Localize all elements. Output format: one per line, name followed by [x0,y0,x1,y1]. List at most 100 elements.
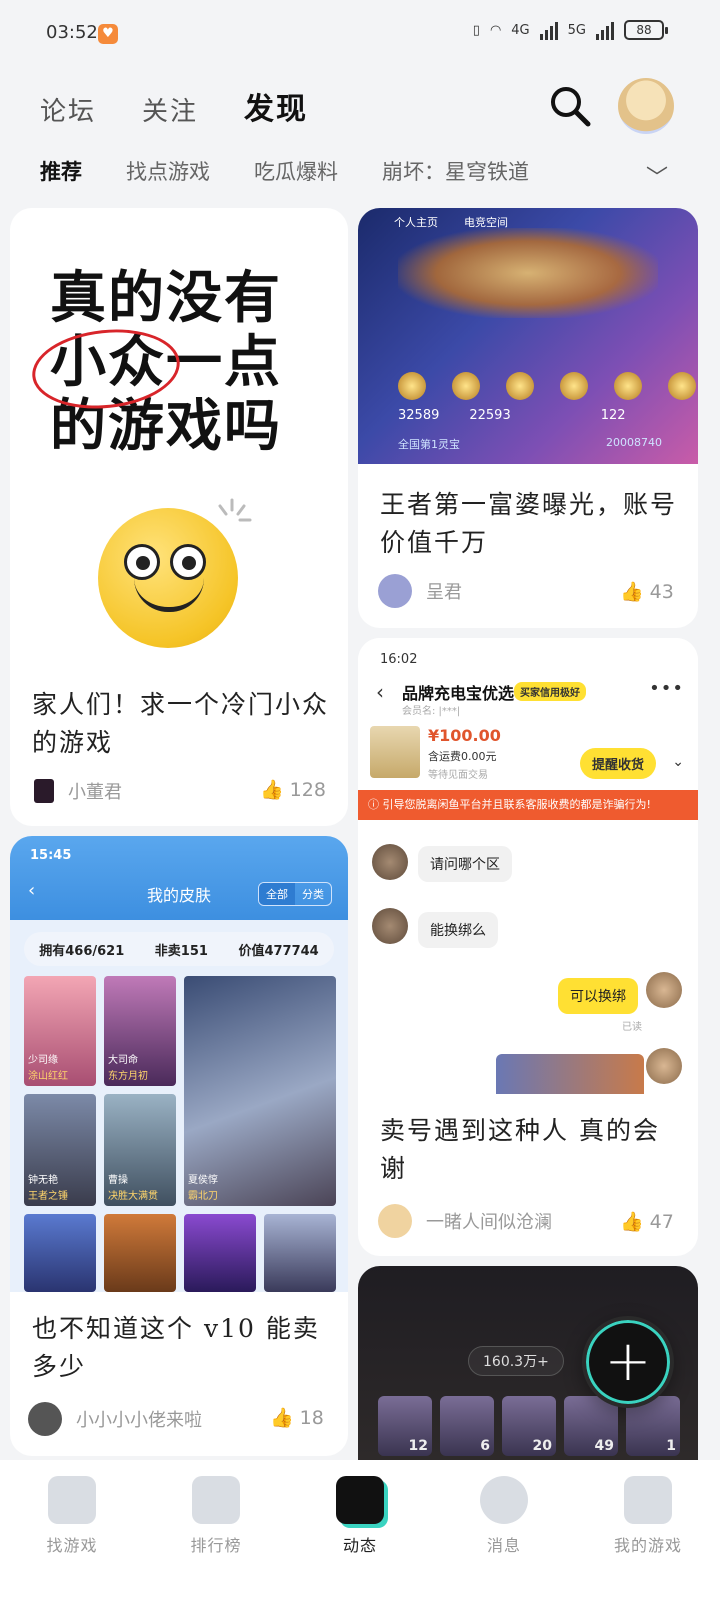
author-avatar [378,574,412,608]
img-count-2: 22593 [469,408,511,423]
skin-tile: 少司缘 涂山红红 [24,976,96,1086]
author-avatar [34,779,54,803]
nav-label: 排行榜 [190,1536,242,1555]
skin-sub: 霸北刀 [188,1191,218,1202]
card2-author[interactable]: 呈君 [378,574,462,608]
battery-icon: 88 [624,20,668,40]
author-avatar [378,1204,412,1238]
feed-card-3[interactable]: 16:02 ‹ 品牌充电宝优选 买家信用极好 会员名: |***| ••• ¥1… [358,638,698,1256]
back-icon: ‹ [376,680,384,704]
nav-label: 动态 [342,1536,377,1555]
chat-shop-name: 品牌充电宝优选 [402,684,515,703]
seller-avatar [646,1048,682,1084]
card3-author[interactable]: 一睹人间似沧澜 [378,1204,552,1238]
nav-messages[interactable]: 消息 [444,1476,564,1600]
bottom-nav: 找游戏 排行榜 动态 消息 我的游戏 [0,1460,720,1600]
item-count: 49 [594,1438,614,1454]
thumb-up-icon: 👍 [620,581,644,603]
signal-icon-2 [596,20,614,40]
item-count: 1 [666,1438,676,1454]
chat-msg-2: 能换绑么 [418,912,498,948]
card1-title: 家人们！求一个冷门小众的游戏 [32,690,330,757]
feed-icon [336,1476,384,1524]
like-count: 47 [649,1210,674,1233]
skin-tile: 曹操 决胜大满贯 [104,1094,176,1206]
card2-title: 王者第一富婆曝光，账号价值千万 [380,490,678,557]
game-profile-image: 个人主页 电竞空间 32589 22593 122 全国第1灵宝 2000874… [358,208,698,464]
vibrate-icon: ▯ [472,22,480,38]
chat-time: 16:02 [380,652,418,667]
thumb-up-icon: 👍 [260,779,284,801]
skin-name: 大司命 [108,1055,138,1066]
search-icon[interactable] [548,84,592,128]
card2-likes[interactable]: 👍 43 [620,580,674,604]
seg-category: 分类 [302,888,324,901]
ranking-icon [192,1476,240,1524]
nav-ranking[interactable]: 排行榜 [156,1476,276,1600]
card4-author[interactable]: 小小小小佬来啦 [28,1402,202,1436]
signal-icon [539,20,558,40]
img-tab-profile: 个人主页 [394,216,438,229]
img-power: 20008740 [606,436,662,449]
card1-author[interactable]: 小董君 [34,778,122,804]
feed-card-2[interactable]: 个人主页 电竞空间 32589 22593 122 全国第1灵宝 2000874… [358,208,698,628]
more-icon: ••• [649,678,684,699]
feed-card-4[interactable]: 15:45 ‹ 我的皮肤 全部 分类 拥有466/621 非卖151 价值477… [10,836,348,1456]
subtab-recommend[interactable]: 推荐 [40,156,82,186]
subtab-find-games[interactable]: 找点游戏 [126,156,210,186]
chat-bubble-icon [480,1476,528,1524]
create-post-button[interactable]: + [582,1316,674,1408]
chevron-down-icon[interactable]: ﹀ [646,160,668,192]
chevron-down-icon: ⌄ [672,754,684,770]
like-count: 128 [289,778,326,801]
tab-forum[interactable]: 论坛 [40,91,96,128]
card1-likes[interactable]: 👍 128 [260,778,326,802]
warning-text: 引导您脱离闲鱼平台并且联系客服收费的都是诈骗行为! [382,798,651,811]
user-avatar[interactable] [618,78,674,134]
nav-label: 消息 [486,1536,521,1555]
wifi-icon: ◠ [489,22,502,38]
stat-own: 拥有466/621 [39,943,125,959]
like-count: 18 [299,1406,324,1429]
nav-feed[interactable]: 动态 [300,1476,420,1600]
skin-tile [264,1214,336,1292]
sparkle-icon [218,498,252,522]
item-count: 6 [480,1438,490,1454]
chat-remind-button: 提醒收货 [580,748,657,779]
skin-tile: 钟无艳 王者之锤 [24,1094,96,1206]
chat-credit-tag: 买家信用极好 [514,682,586,701]
item-count: 12 [408,1438,428,1454]
status-time: 03:52 [46,22,98,43]
skin-name: 少司缘 [28,1055,58,1066]
top-tabs: 论坛 关注 发现 [40,84,311,128]
chat-price: ¥100.00 [428,726,501,745]
nav-find-games[interactable]: 找游戏 [12,1476,132,1600]
author-name: 小小小小佬来啦 [76,1410,202,1431]
nav-my-games[interactable]: 我的游戏 [588,1476,708,1600]
img-rank: 全国第1灵宝 [398,438,460,451]
card3-likes[interactable]: 👍 47 [620,1210,674,1234]
buyer-avatar [372,908,408,944]
notification-heart-icon: ♥ [98,24,118,44]
img-count-1: 32589 [398,408,440,423]
chat-shipping: 含运费0.00元 [428,750,497,763]
status-right: ▯ ◠ 4G 5G 88 [472,20,668,40]
currency-pill: 160.3万+ [468,1346,564,1376]
chat-msg-1: 请问哪个区 [418,846,512,882]
subtab-star-rail[interactable]: 崩坏：星穹铁道 [382,156,529,186]
skin-tile [104,1214,176,1292]
subtab-gossip[interactable]: 吃瓜爆料 [254,156,338,186]
skins-screenshot-image: 15:45 ‹ 我的皮肤 全部 分类 拥有466/621 非卖151 价值477… [10,836,348,1292]
net2-label: 5G [567,22,586,38]
skin-tile [184,1214,256,1292]
card4-likes[interactable]: 👍 18 [270,1406,324,1430]
tab-follow[interactable]: 关注 [142,91,198,128]
skin-tile: 大司命 东方月初 [104,976,176,1086]
chat-screenshot-image: 16:02 ‹ 品牌充电宝优选 买家信用极好 会员名: |***| ••• ¥1… [358,638,698,1094]
tab-discover[interactable]: 发现 [242,84,311,128]
buyer-avatar [372,844,408,880]
seg-all: 全部 [259,883,295,905]
plus-icon: + [604,1329,652,1394]
nav-label: 我的游戏 [613,1536,682,1555]
feed-card-1[interactable]: 真的没有 小众一点 的游戏吗 家人们！求一个冷门小众的游戏 小董君 👍 128 [10,208,348,826]
